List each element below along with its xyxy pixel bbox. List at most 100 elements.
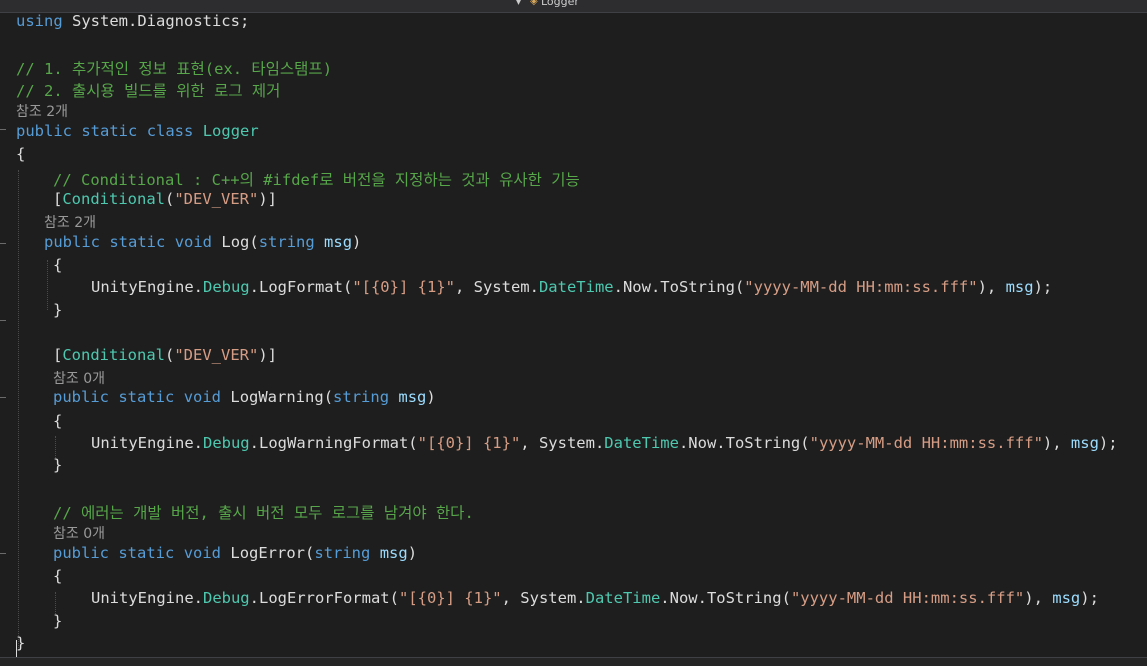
code-line-attribute: [Conditional("DEV_VER")] [53,346,277,364]
keyword-using: using [16,12,63,30]
string-literal: "yyyy-MM-dd HH:mm:ss.fff" [809,434,1043,452]
indent-guide [18,170,19,650]
param-name: msg [1070,434,1099,452]
code-line-brace: } [53,612,63,630]
code-line-call-error: UnityEngine.Debug.LogErrorFormat("[{0}] … [91,589,1099,607]
code-line-method-warning: public static void LogWarning(string msg… [53,388,436,406]
code-comment-4: // 에러는 개발 버전, 출시 버전 모두 로그를 남겨야 한다. [53,504,474,522]
code-comment-2: // 2. 출시용 빌드를 위한 로그 제거 [16,82,281,100]
type-name: DateTime [604,434,679,452]
collapse-marker[interactable] [0,397,6,398]
class-icon: ◈ [530,0,538,7]
keyword-public: public [44,233,100,251]
code-line-call-log: UnityEngine.Debug.LogFormat("[{0}] {1}",… [91,278,1052,296]
code-line-brace: } [53,301,63,319]
string-literal: "yyyy-MM-dd HH:mm:ss.fff" [790,589,1025,607]
namespace: , System. [520,434,605,452]
code-line-brace: } [53,456,63,474]
param-name: msg [1005,278,1034,296]
keyword-public: public [16,122,72,140]
keyword-static: static [81,122,138,140]
string-literal: "[{0}] {1}" [398,589,502,607]
keyword-void: void [183,388,222,406]
namespace: UnityEngine. [91,434,203,452]
paren: ( [249,233,259,251]
keyword-class: class [146,122,194,140]
text-caret [16,640,17,658]
method-name: Log [221,233,250,251]
keyword-void: void [174,233,213,251]
punctuation: ), [1024,589,1053,607]
punctuation: ); [1080,589,1099,607]
method-call: .Now.ToString( [613,278,745,296]
code-line-attribute: [Conditional("DEV_VER")] [53,190,277,208]
codelens-references[interactable]: 참조 2개 [16,101,68,121]
paren: ( [165,346,175,364]
namespace: UnityEngine. [91,589,203,607]
indent-guide [55,436,56,458]
codelens-references[interactable]: 참조 0개 [53,523,105,543]
code-editor[interactable]: using System.Diagnostics; // 1. 추가적인 정보 … [0,12,1147,665]
namespace-text: System.Diagnostics; [62,12,250,30]
param-type: string [314,544,371,562]
punctuation: ); [1098,434,1118,452]
bracket: [ [53,346,63,364]
indent-guide [47,260,48,310]
param-name: msg [398,388,427,406]
codelens-references[interactable]: 참조 2개 [44,212,96,232]
attribute-name: Conditional [62,346,165,364]
type-name: Debug [202,434,250,452]
param-type: string [258,233,315,251]
namespace: UnityEngine. [91,278,203,296]
bracket: )] [258,346,278,364]
method-call: .LogErrorFormat( [249,589,399,607]
param-name: msg [324,233,353,251]
code-line-method-error: public static void LogError(string msg) [53,544,417,562]
class-name: Logger [202,122,259,140]
chevron-down-icon[interactable]: ▾ [516,0,521,8]
collapse-marker[interactable] [0,243,6,244]
keyword-public: public [53,544,109,562]
keyword-static: static [118,544,175,562]
type-name: Debug [202,589,250,607]
keyword-public: public [53,388,109,406]
param-name: msg [1052,589,1081,607]
codelens-references[interactable]: 참조 0개 [53,368,105,388]
string-literal: "DEV_VER" [174,346,259,364]
class-dropdown[interactable]: Logger [541,0,579,8]
attribute-name: Conditional [62,190,165,208]
method-name: LogError [230,544,306,562]
method-name: LogWarning [230,388,324,406]
code-line-using: using System.Diagnostics; [16,12,249,30]
paren: ( [305,544,315,562]
code-line-brace: { [16,145,26,163]
punctuation: ), [1042,434,1071,452]
paren: ) [426,388,436,406]
keyword-void: void [183,544,222,562]
collapse-marker[interactable] [0,320,6,321]
bracket: [ [53,190,63,208]
method-call: .Now.ToString( [678,434,810,452]
code-line-call-warning: UnityEngine.Debug.LogWarningFormat("[{0}… [91,434,1118,452]
collapse-marker[interactable] [0,129,6,130]
punctuation: ); [1033,278,1053,296]
code-line-brace: { [53,256,63,274]
code-comment-3: // Conditional : C++의 #ifdef로 버전을 지정하는 것… [53,171,580,189]
type-name: DateTime [585,589,661,607]
bracket: )] [258,190,278,208]
paren: ) [407,544,418,562]
param-name: msg [379,544,408,562]
string-literal: "[{0}] {1}" [417,434,521,452]
indent-guide [55,592,56,614]
paren: ) [352,233,362,251]
keyword-static: static [118,388,175,406]
paren: ( [323,388,334,406]
code-line-brace: { [53,412,63,430]
collapse-marker[interactable] [0,553,6,554]
method-call: .LogWarningFormat( [249,434,418,452]
string-literal: "yyyy-MM-dd HH:mm:ss.fff" [744,278,978,296]
punctuation: ), [977,278,1006,296]
code-line-method-log: public static void Log(string msg) [44,233,361,251]
method-call: .Now.ToString( [660,589,791,607]
type-name: DateTime [538,278,614,296]
